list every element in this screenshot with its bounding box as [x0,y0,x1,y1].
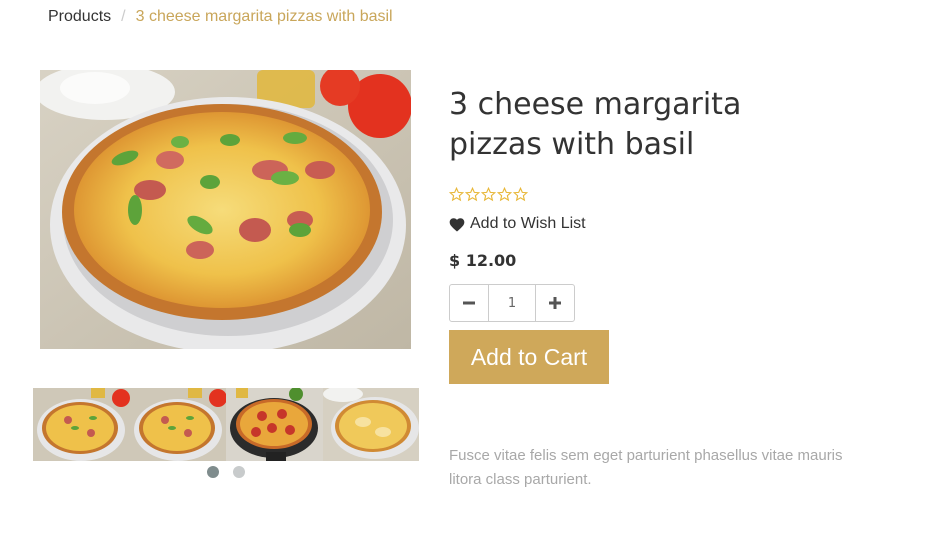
breadcrumb-separator: / [121,8,126,25]
carousel-dots [207,466,245,478]
minus-icon [463,301,475,305]
star-icon [513,187,528,202]
carousel-dot-2[interactable] [233,466,245,478]
thumbnail-2[interactable] [129,388,226,461]
thumbnail-gallery [33,388,419,461]
heart-icon [449,217,465,231]
plus-icon [549,297,561,309]
add-to-wishlist-link[interactable]: Add to Wish List [449,215,586,233]
breadcrumb-products-link[interactable]: Products [48,8,111,26]
product-title: 3 cheese margarita pizzas with basil [449,87,742,162]
quantity-stepper [449,284,575,322]
star-icon [465,187,480,202]
wishlist-label: Add to Wish List [470,215,586,232]
breadcrumb-current: 3 cheese margarita pizzas with basil [135,8,393,25]
product-rating [449,187,528,202]
carousel-dot-1[interactable] [207,466,219,478]
star-icon [497,187,512,202]
thumbnail-3[interactable] [226,388,323,461]
thumbnail-1[interactable] [33,388,130,461]
breadcrumb: Products / 3 cheese margarita pizzas wit… [48,8,393,26]
thumbnail-4[interactable] [322,388,419,461]
star-icon [481,187,496,202]
quantity-input[interactable] [488,285,536,321]
star-icon [449,187,464,202]
main-product-image[interactable] [40,70,411,349]
add-to-cart-button[interactable]: Add to Cart [449,330,609,384]
decrease-quantity-button[interactable] [450,285,488,321]
increase-quantity-button[interactable] [536,285,574,321]
product-description: Fusce vitae felis sem eget parturient ph… [449,447,843,488]
product-price: $ 12.00 [449,251,517,270]
